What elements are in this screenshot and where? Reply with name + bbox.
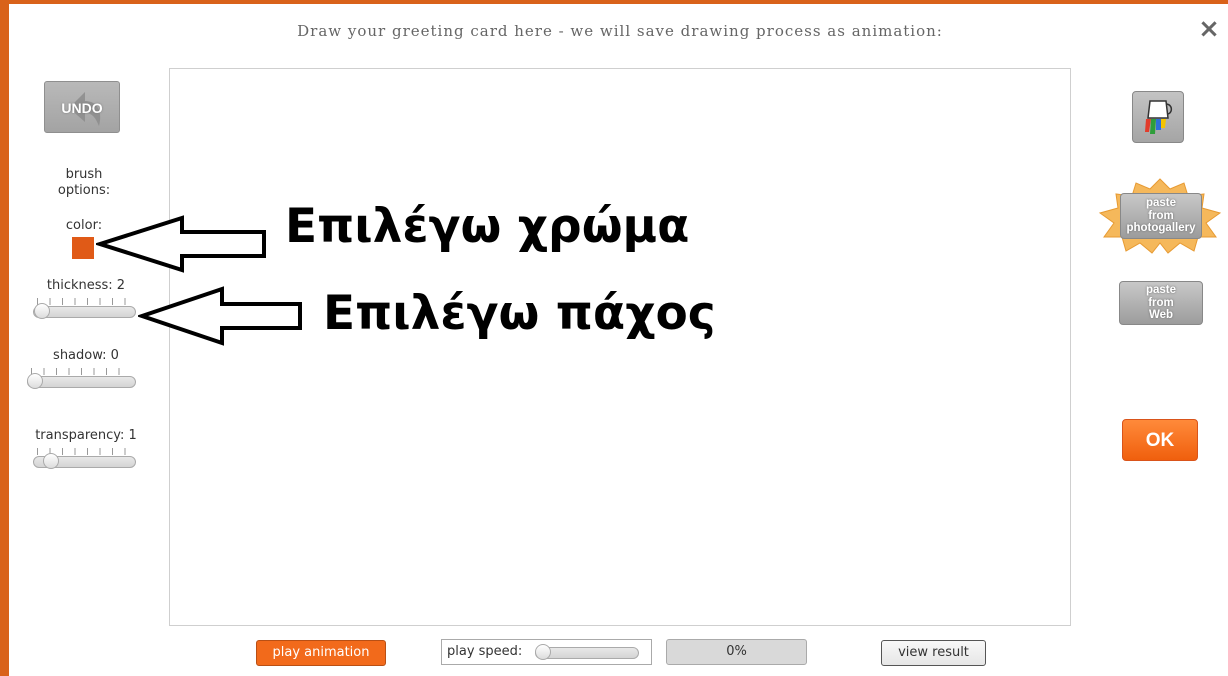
undo-label: UNDO [61, 100, 103, 116]
shadow-slider-ticks [31, 368, 130, 375]
window-frame-top [0, 0, 1228, 4]
transparency-slider[interactable] [33, 448, 136, 469]
paste-web-line3: Web [1148, 309, 1174, 321]
thickness-annotation-text: Επιλέγω πάχος [323, 286, 716, 341]
paint-bucket-icon [1145, 100, 1173, 134]
paste-photogallery-line3: photogallery [1126, 222, 1196, 234]
transparency-slider-knob[interactable] [43, 453, 59, 469]
shadow-label: shadow: 0 [53, 348, 119, 363]
dialog-title: Draw your greeting card here - we will s… [297, 22, 943, 40]
paste-from-photogallery-button[interactable]: paste from photogallery [1096, 177, 1224, 255]
play-speed-label: play speed: [447, 644, 523, 659]
paste-photogallery-line1: paste [1145, 197, 1177, 209]
arrow-to-color-icon [96, 215, 266, 273]
shadow-slider-track [27, 376, 136, 388]
brush-options-label: brush options: [44, 167, 124, 199]
play-speed-slider-knob[interactable] [535, 644, 551, 660]
close-icon[interactable]: × [1196, 14, 1222, 44]
color-swatch[interactable] [72, 237, 94, 259]
view-result-button[interactable]: view result [881, 640, 986, 666]
drawing-canvas[interactable] [169, 68, 1071, 626]
thickness-slider[interactable] [33, 298, 136, 319]
ok-button[interactable]: OK [1122, 419, 1198, 461]
shadow-slider-knob[interactable] [27, 373, 43, 389]
brush-options-line1: brush [65, 167, 103, 182]
paste-from-web-button[interactable]: paste from Web [1119, 281, 1203, 325]
transparency-label: transparency: 1 [35, 428, 137, 443]
thickness-label: thickness: 2 [46, 278, 126, 293]
play-speed-control: play speed: [441, 639, 652, 665]
thickness-slider-ticks [37, 298, 130, 305]
brush-options-line2: options: [57, 183, 111, 198]
paste-web-line1: paste [1145, 284, 1177, 296]
paste-web-line2: from [1148, 296, 1174, 309]
undo-button[interactable]: UNDO [44, 81, 120, 133]
paste-photogallery-label: paste from photogallery [1120, 193, 1202, 239]
shadow-slider[interactable] [27, 368, 136, 389]
play-speed-slider[interactable] [535, 644, 639, 660]
paste-photogallery-line2: from [1148, 209, 1174, 222]
thickness-slider-knob[interactable] [34, 303, 50, 319]
progress-indicator: 0% [666, 639, 807, 665]
play-animation-button[interactable]: play animation [256, 640, 386, 666]
window-frame-left [0, 0, 9, 676]
color-annotation-text: Επιλέγω χρώμα [285, 199, 690, 254]
arrow-to-thickness-icon [138, 286, 302, 346]
paint-bucket-button[interactable] [1132, 91, 1184, 143]
